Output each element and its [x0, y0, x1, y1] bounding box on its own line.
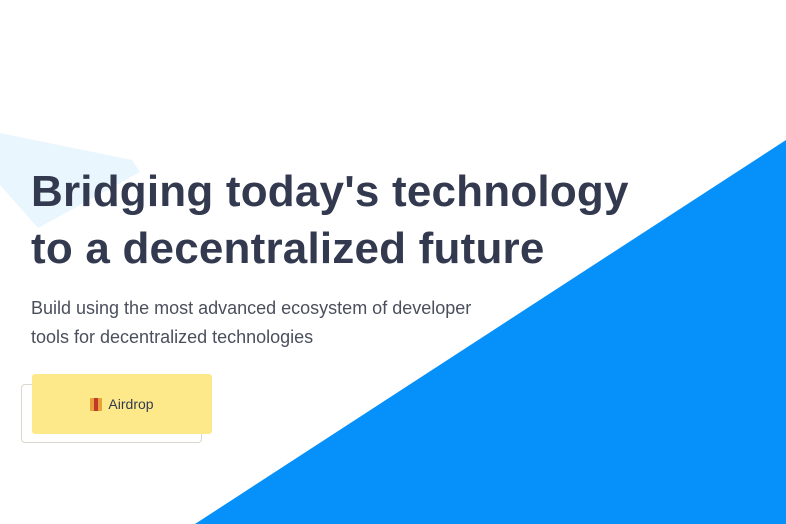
- gift-icon: [90, 397, 103, 411]
- airdrop-button[interactable]: Airdrop: [32, 374, 212, 434]
- airdrop-label: Airdrop: [108, 396, 154, 412]
- hero-subtitle: Build using the most advanced ecosystem …: [31, 294, 511, 352]
- hero-title: Bridging today's technology to a decentra…: [31, 163, 629, 277]
- title-line-2: to a decentralized future: [31, 224, 545, 273]
- title-line-1: Bridging today's technology: [31, 167, 629, 216]
- subtitle-line-2: tools for decentralized technologies: [31, 327, 314, 347]
- subtitle-line-1: Build using the most advanced ecosystem …: [31, 298, 472, 318]
